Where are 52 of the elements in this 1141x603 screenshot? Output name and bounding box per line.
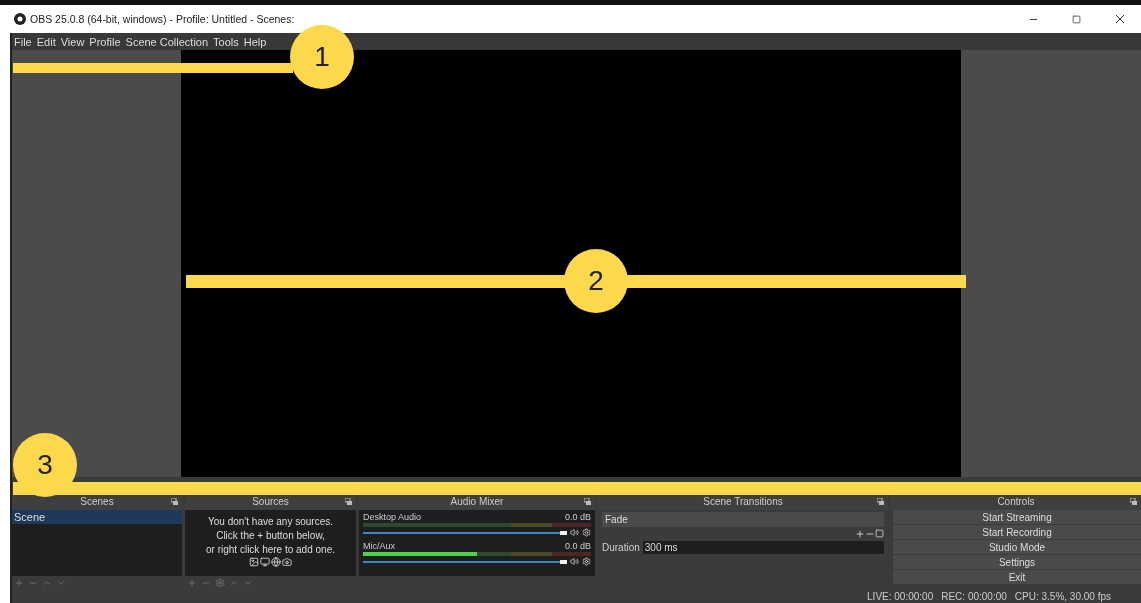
channel-reading: 0.0 dB [564,512,591,522]
dock-title: Scene Transitions [703,496,783,507]
scene-item[interactable]: Scene [12,510,182,524]
globe-icon [271,557,281,567]
menu-item[interactable]: Help [243,35,267,48]
restore-icon [1072,14,1081,24]
slider-thumb[interactable] [560,530,567,535]
control-button[interactable]: Studio Mode [893,540,1141,554]
control-button[interactable]: Exit [893,570,1141,584]
camera-icon [282,557,292,567]
float-icon[interactable] [345,498,352,505]
dock-title: Scenes [80,496,114,507]
float-icon[interactable] [877,498,884,505]
duration-label: Duration [602,542,640,553]
speaker-icon[interactable] [570,557,579,566]
control-button[interactable]: Settings [893,555,1141,569]
live-status: LIVE: 00:00:00 [867,591,934,602]
control-button[interactable]: Start Streaming [893,510,1141,524]
menu-item[interactable]: File [14,35,32,48]
channel-name: Desktop Audio [363,512,422,522]
menu-item[interactable]: Tools [213,35,239,48]
empty-message-line: or right click here to add one. [206,543,335,557]
float-icon[interactable] [171,498,178,505]
duration-field[interactable]: 300 ms [642,541,884,554]
app-logo-icon [14,13,26,25]
cpu-status: CPU: 3.5%, 30.00 fps [1014,591,1111,602]
speaker-icon[interactable] [570,528,579,537]
empty-message-line: Click the + button below, [216,529,325,543]
menu-item[interactable]: Edit [36,35,56,48]
rec-status: REC: 00:00:00 [941,591,1007,602]
menu-item[interactable]: View [60,35,85,48]
channel-name: Mic/Aux [363,541,395,551]
slider-thumb[interactable] [560,559,567,564]
monitor-icon [260,557,270,567]
dock-title: Controls [997,496,1035,507]
volume-slider[interactable] [363,559,567,564]
window-title: OBS 25.0.8 (64-bit, windows) - Profile: Untitled - Scenes: [30,13,295,25]
menu-item[interactable]: Scene Collection [125,35,209,48]
transition-select[interactable]: Fade [602,512,884,527]
dock-title: Sources [252,496,289,507]
volume-slider[interactable] [363,530,567,535]
close-icon [1114,14,1125,24]
channel-reading: 0.0 dB [564,541,591,551]
properties-icon[interactable] [875,529,884,538]
control-button[interactable]: Start Recording [893,525,1141,539]
menu-item[interactable]: Profile [89,35,121,48]
float-icon[interactable] [584,498,591,505]
dock-title: Audio Mixer [450,496,504,507]
image-icon [249,557,259,567]
empty-message-line: You don't have any sources. [208,515,333,529]
add-icon[interactable] [855,529,865,539]
float-icon[interactable] [1130,498,1137,505]
